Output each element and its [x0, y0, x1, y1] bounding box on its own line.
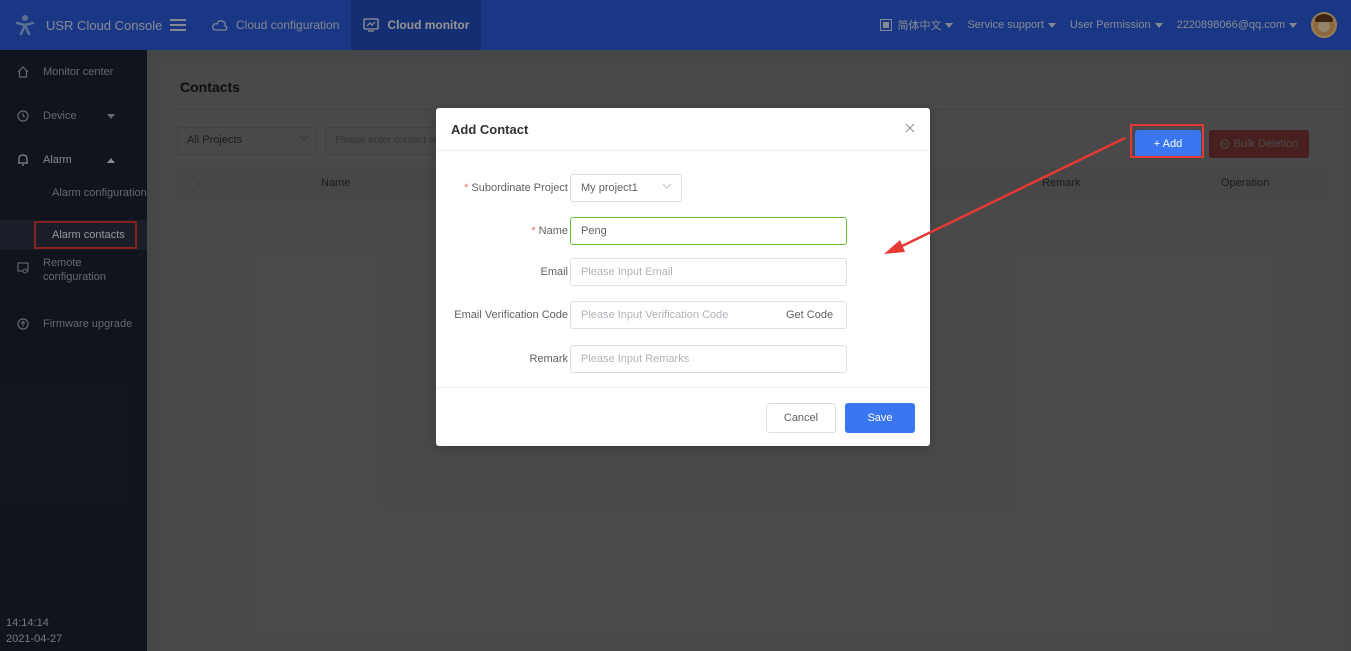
form-row-project: * Subordinate Project My project1	[436, 174, 930, 202]
save-button[interactable]: Save	[845, 403, 915, 433]
divider	[436, 387, 930, 388]
get-code-button[interactable]: Get Code	[786, 309, 833, 321]
cancel-button[interactable]: Cancel	[766, 403, 836, 433]
divider	[436, 150, 930, 151]
project-label: Subordinate Project	[471, 182, 568, 194]
form-row-remark: Remark	[436, 345, 930, 373]
form-row-verification-code: Email Verification Code Get Code	[436, 301, 930, 329]
chevron-down-icon	[663, 184, 671, 189]
field-label: * Name	[531, 225, 568, 237]
field-label: Email	[540, 266, 568, 278]
code-label: Email Verification Code	[454, 309, 568, 321]
subordinate-project-select[interactable]: My project1	[570, 174, 682, 202]
remark-field[interactable]	[570, 345, 847, 373]
add-highlight-box	[1130, 124, 1204, 158]
save-label: Save	[867, 412, 893, 424]
cancel-label: Cancel	[783, 412, 819, 424]
remark-label: Remark	[529, 353, 568, 365]
email-label: Email	[540, 266, 568, 278]
form-row-email: Email	[436, 258, 930, 286]
add-contact-dialog: Add Contact * Subordinate Project My proj…	[436, 108, 930, 446]
dialog-title: Add Contact	[451, 122, 529, 137]
field-label: * Subordinate Project	[464, 182, 568, 194]
name-field[interactable]	[570, 217, 847, 245]
form-row-name: * Name	[436, 217, 930, 245]
field-label: Remark	[529, 353, 568, 365]
email-field[interactable]	[570, 258, 847, 286]
close-icon[interactable]	[904, 122, 916, 134]
field-label: Email Verification Code	[454, 309, 568, 321]
name-label: Name	[538, 225, 568, 237]
project-value: My project1	[581, 182, 638, 194]
